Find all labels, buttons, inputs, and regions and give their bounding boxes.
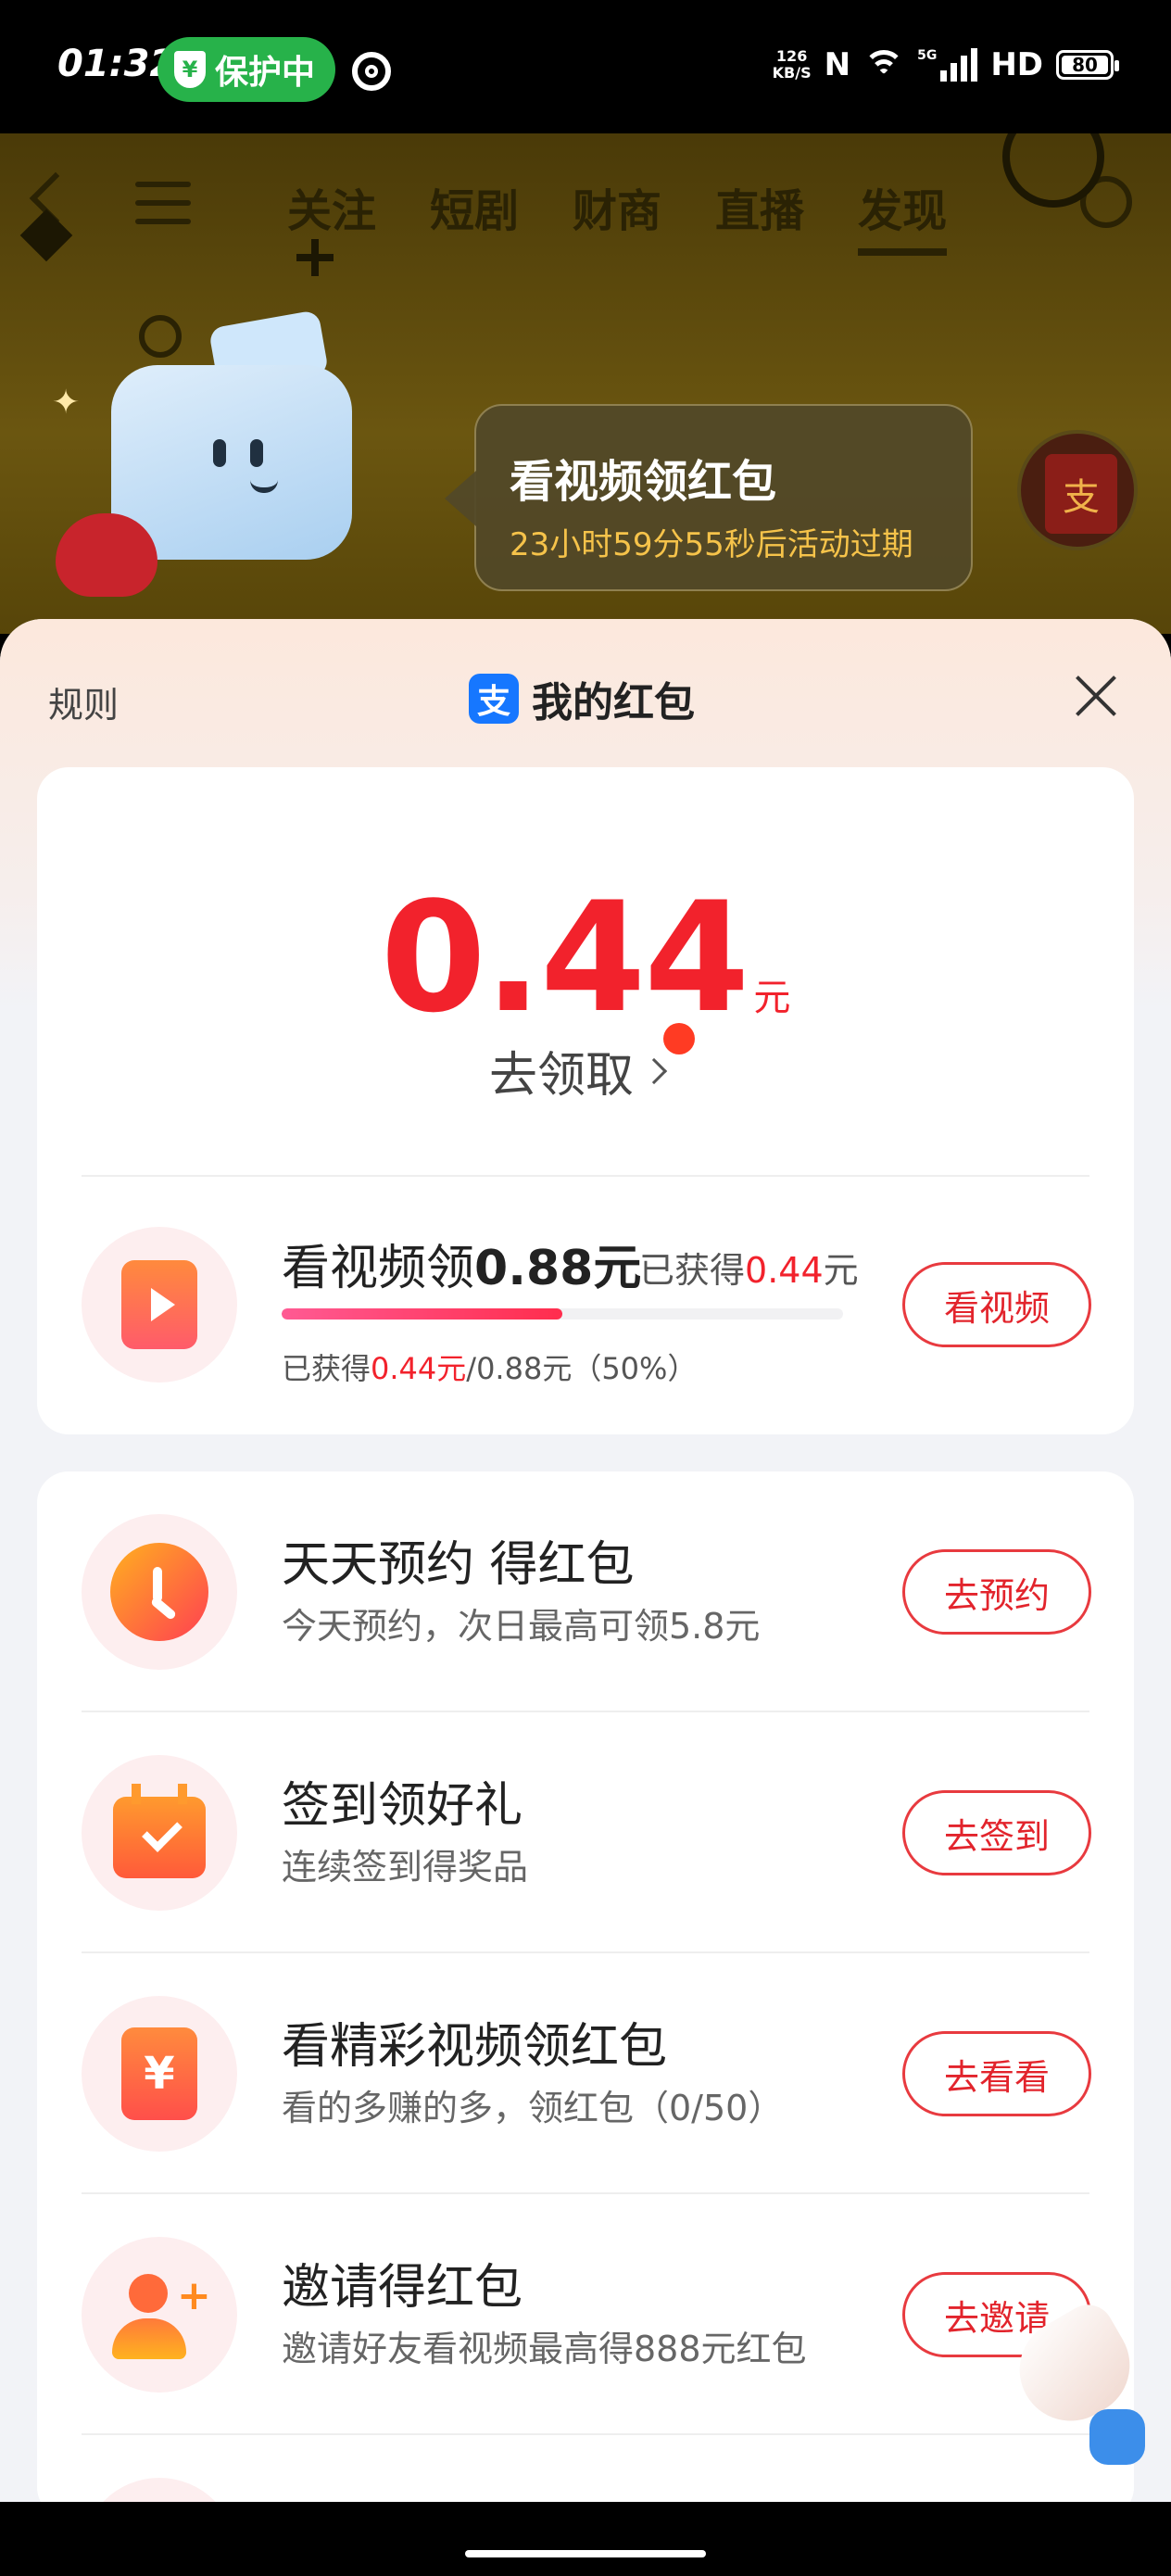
video-earned-unit: 元 <box>823 1250 859 1291</box>
video-progress-bar <box>282 1308 843 1320</box>
protection-label: 保护中 <box>215 54 316 92</box>
hand-cuff-decor <box>1089 2409 1145 2465</box>
list-item: 天天预约 得红包 今天预约，次日最高可领5.8元 去预约 <box>37 1471 1134 1712</box>
home-indicator[interactable] <box>465 2550 706 2557</box>
signal-icon: 5G <box>917 48 978 82</box>
promo-countdown: 23小时59分55秒后活动过期 <box>510 526 913 563</box>
task-subtitle: 看的多赚的多，领红包（0/50） <box>282 2088 784 2128</box>
status-icons: 126 KB/S N 5G HD 80 <box>773 46 1119 83</box>
battery-level: 80 <box>1072 54 1098 76</box>
task-title: 邀请得红包 <box>282 2260 523 2316</box>
list-item-partial <box>37 2435 1134 2502</box>
hd-label: HD <box>990 46 1043 83</box>
list-item: 签到领好礼 连续签到得奖品 去签到 <box>37 1712 1134 1953</box>
tab-finance[interactable]: 财商 <box>573 174 661 256</box>
promo-card[interactable]: 看视频领红包 23小时59分55秒后活动过期 <box>445 404 973 591</box>
network-type: 5G <box>917 48 938 63</box>
video-progress-text: 已获得0.44元/0.88元（50%） <box>282 1345 697 1388</box>
claim-link[interactable]: 去领取 <box>489 1036 668 1105</box>
claim-label: 去领取 <box>489 1048 635 1104</box>
video-earned: 已获得0.44元 <box>639 1242 859 1293</box>
yen-icon: ¥ <box>121 2027 197 2120</box>
rules-link[interactable]: 规则 <box>48 676 119 727</box>
video-earned-amount: 0.44 <box>745 1250 824 1291</box>
reserve-button[interactable]: 去预约 <box>902 1549 1091 1635</box>
sparkle-icon: ✦ <box>52 384 81 422</box>
red-packet-sheet: 规则 支 我的红包 0.44元 去领取 看视频领0.88元 已获得0.44元 <box>0 619 1171 2502</box>
clock-icon <box>110 1543 208 1641</box>
video-task: 看视频领0.88元 已获得0.44元 已获得0.44元/0.88元（50%） 看… <box>37 1175 1134 1434</box>
partial-task-icon-wrap <box>82 2478 237 2502</box>
red-envelope-badge[interactable]: 支 <box>1017 430 1138 550</box>
status-bar: 01:32 ¥ 保护中 126 KB/S N 5G HD 80 <box>0 0 1171 133</box>
balance-amount: 0.44 元 <box>37 869 1134 1046</box>
video-progress-current: 0.44元 <box>371 1351 467 1386</box>
list-item: + 邀请得红包 邀请好友看视频最高得888元红包 去邀请 <box>37 2194 1134 2435</box>
watch-video-button[interactable]: 看视频 <box>902 1262 1091 1347</box>
watch-more-task-icon-wrap: ¥ <box>82 1996 237 2152</box>
background-tabs: 关注 短剧 财商 直播 发现 <box>287 174 948 256</box>
checkin-task-icon-wrap <box>82 1755 237 1911</box>
protection-badge: ¥ 保护中 <box>157 37 335 102</box>
notification-dot <box>663 1023 695 1054</box>
video-task-icon-wrap <box>82 1227 237 1383</box>
background-app: 关注 短剧 财商 直播 发现 ✦ 看视频领红包 23小时59分55秒后活动过期 … <box>0 133 1171 634</box>
navigation-bar <box>0 2502 1171 2576</box>
task-list-card: 天天预约 得红包 今天预约，次日最高可领5.8元 去预约 签到领好礼 连续签到得… <box>37 1471 1134 2502</box>
wifi-icon <box>863 48 905 82</box>
task-title: 看精彩视频领红包 <box>282 2019 668 2075</box>
invite-user-icon: + <box>108 2268 211 2361</box>
shield-icon: ¥ <box>174 51 206 88</box>
net-speed-value: 126 <box>775 47 808 65</box>
sheet-title-text: 我的红包 <box>532 679 695 726</box>
red-envelope-icon: 支 <box>1045 454 1117 534</box>
go-watch-button[interactable]: 去看看 <box>902 2031 1091 2116</box>
task-title: 天天预约 得红包 <box>282 1537 635 1593</box>
checkin-button[interactable]: 去签到 <box>902 1790 1091 1875</box>
alipay-icon: 支 <box>469 674 519 724</box>
video-task-title: 看视频领0.88元 <box>282 1229 641 1298</box>
nfc-icon: N <box>824 46 851 83</box>
tab-follow[interactable]: 关注 <box>287 174 376 256</box>
battery-icon: 80 <box>1056 50 1119 80</box>
tab-discover[interactable]: 发现 <box>858 174 948 256</box>
background-nav: 关注 短剧 财商 直播 发现 <box>0 170 1171 256</box>
video-task-title-amount: 0.88元 <box>474 1241 642 1296</box>
money-bag-icon <box>56 513 157 597</box>
task-title: 签到领好礼 <box>282 1778 523 1834</box>
mascot-image <box>111 365 352 560</box>
tab-short-drama[interactable]: 短剧 <box>430 174 519 256</box>
balance-unit: 元 <box>753 977 791 1019</box>
net-speed-unit: KB/S <box>772 64 812 82</box>
task-subtitle: 邀请好友看视频最高得888元红包 <box>282 2329 807 2369</box>
calendar-check-icon <box>113 1784 206 1878</box>
invite-task-icon-wrap: + <box>82 2237 237 2393</box>
hotspot-icon <box>352 52 391 91</box>
balance-card: 0.44 元 去领取 看视频领0.88元 已获得0.44元 已获得0.44元/0.… <box>37 767 1134 1434</box>
close-button[interactable] <box>1073 673 1119 719</box>
promo-title: 看视频领红包 <box>510 456 777 508</box>
chevron-right-icon <box>640 1057 668 1084</box>
list-item: ¥ 看精彩视频领红包 看的多赚的多，领红包（0/50） 去看看 <box>37 1953 1134 2194</box>
play-video-icon <box>121 1260 197 1349</box>
balance-value: 0.44 <box>380 869 750 1046</box>
sheet-title: 支 我的红包 <box>469 669 695 728</box>
task-subtitle: 连续签到得奖品 <box>282 1847 529 1888</box>
decor-plus-icon <box>311 239 319 276</box>
sheet-header: 规则 支 我的红包 <box>0 619 1171 767</box>
task-subtitle: 今天预约，次日最高可领5.8元 <box>282 1606 761 1647</box>
menu-icon[interactable] <box>135 182 191 228</box>
net-speed: 126 KB/S <box>773 48 812 82</box>
video-progress-total: /0.88元（50%） <box>466 1351 698 1386</box>
video-progress-label: 已获得 <box>282 1351 371 1386</box>
video-task-title-prefix: 看视频领 <box>282 1241 475 1296</box>
decor-circle-icon <box>139 315 182 358</box>
video-earned-label: 已获得 <box>639 1250 746 1291</box>
reserve-task-icon-wrap <box>82 1514 237 1670</box>
tab-live[interactable]: 直播 <box>715 174 804 256</box>
video-progress-fill <box>282 1308 562 1320</box>
